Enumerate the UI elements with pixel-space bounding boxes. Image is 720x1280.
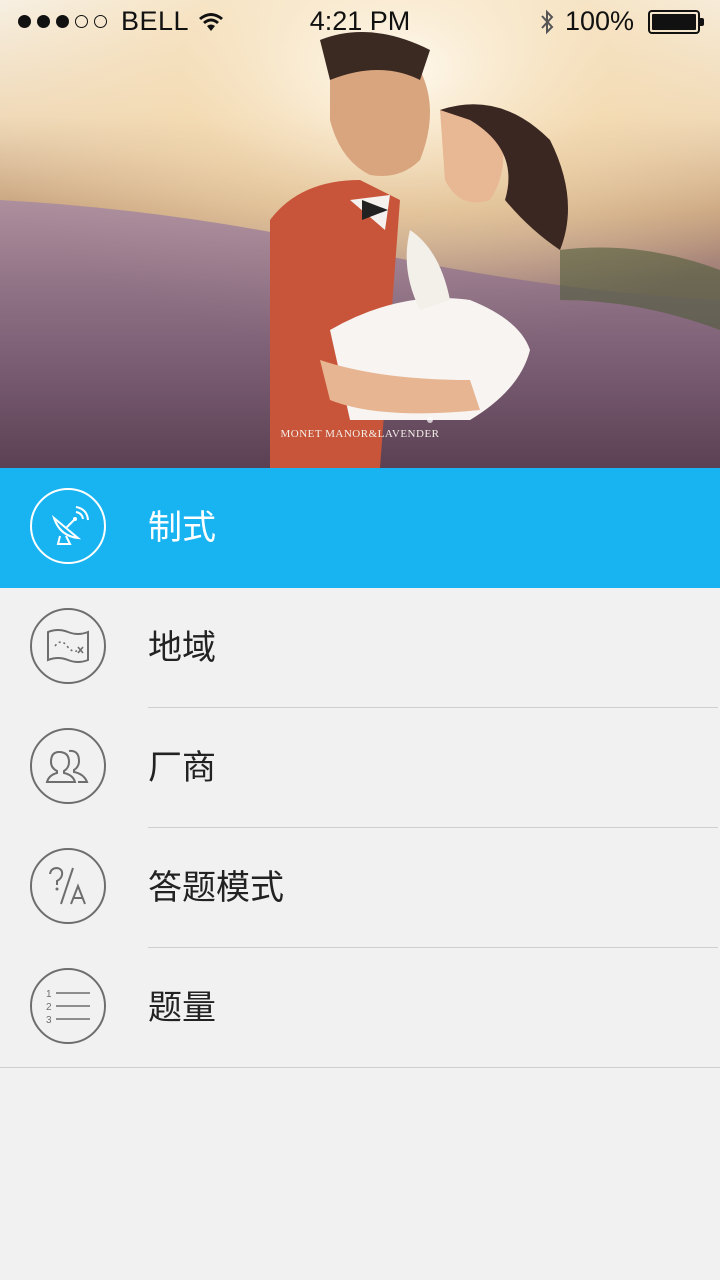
menu-item-label: 制式 bbox=[148, 508, 216, 548]
status-bar: BELL 4:21 PM 100% bbox=[0, 0, 720, 44]
battery-tip bbox=[700, 17, 704, 26]
status-right: 100% bbox=[539, 6, 704, 37]
bluetooth-icon bbox=[541, 9, 554, 34]
map-icon bbox=[30, 608, 106, 684]
menu-list: 制式 地域 厂商 答题模式 1 2 3 题量 bbox=[0, 468, 720, 1068]
list-number: 2 bbox=[46, 1002, 52, 1013]
users-glyph bbox=[45, 749, 89, 783]
battery-fill bbox=[652, 13, 696, 30]
question-answer-icon bbox=[30, 848, 106, 924]
menu-item-vendor[interactable]: 厂商 bbox=[0, 708, 720, 828]
menu-item-region[interactable]: 地域 bbox=[0, 588, 720, 708]
hero-banner-image: MONET MANOR&LAVENDER bbox=[0, 0, 720, 468]
hero-caption: MONET MANOR&LAVENDER bbox=[280, 428, 440, 440]
satellite-dish-icon bbox=[30, 488, 106, 564]
battery-percent: 100% bbox=[564, 6, 634, 36]
menu-item-label: 题量 bbox=[148, 988, 216, 1028]
menu-item-label: 厂商 bbox=[148, 748, 216, 788]
question-answer-glyph bbox=[49, 866, 86, 905]
map-glyph bbox=[47, 629, 89, 663]
list-number: 1 bbox=[46, 989, 52, 1000]
users-icon bbox=[30, 728, 106, 804]
menu-item-label: 地域 bbox=[148, 628, 216, 668]
menu-item-label: 答题模式 bbox=[148, 868, 284, 908]
divider bbox=[0, 1067, 720, 1068]
numbered-list-glyph: 1 2 3 bbox=[46, 989, 90, 1026]
numbered-list-icon: 1 2 3 bbox=[30, 968, 106, 1044]
menu-item-question-count[interactable]: 1 2 3 题量 bbox=[0, 948, 720, 1068]
hero-photo-illustration bbox=[0, 0, 720, 468]
list-number: 3 bbox=[46, 1015, 52, 1026]
menu-item-standard[interactable]: 制式 bbox=[0, 468, 720, 588]
menu-item-answer-mode[interactable]: 答题模式 bbox=[0, 828, 720, 948]
battery-icon bbox=[648, 9, 704, 34]
satellite-dish-glyph bbox=[51, 506, 89, 545]
